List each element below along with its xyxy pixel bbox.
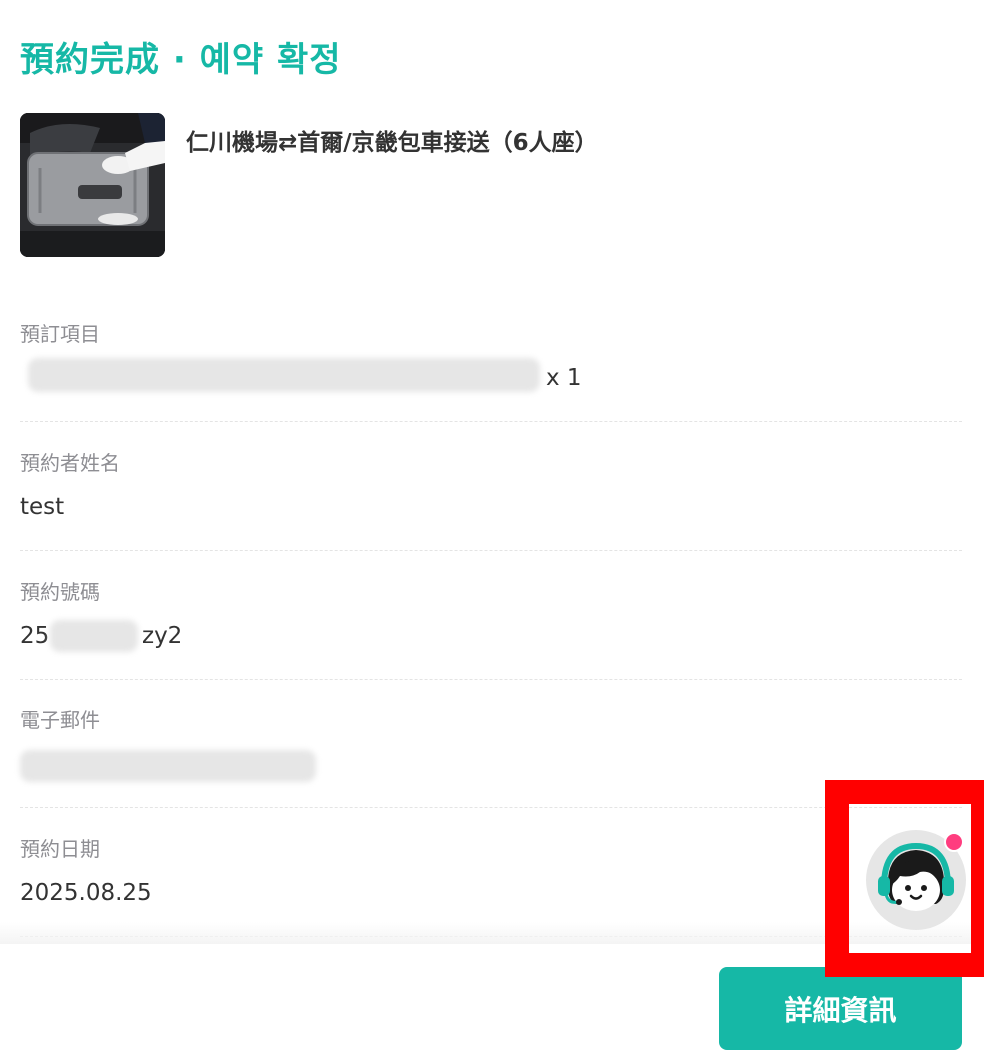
booking-date-value: 2025.08.25 xyxy=(20,880,152,906)
booking-number-prefix: 25 xyxy=(20,623,50,649)
notification-dot xyxy=(944,832,964,852)
booker-name-label: 預約者姓名 xyxy=(20,451,120,475)
email-label: 電子郵件 xyxy=(20,708,100,732)
booking-number-suffix: zy2 xyxy=(142,623,183,649)
booker-name-field: 預約者姓名 test xyxy=(20,447,962,551)
product-image xyxy=(20,113,165,257)
booking-item-quantity: x 1 xyxy=(546,365,582,391)
email-field: 電子郵件 xyxy=(20,704,962,808)
booking-item-field: 預訂項目 x 1 xyxy=(20,318,962,422)
product-card[interactable]: 仁川機場⇄首爾/京畿包車接送（6人座） xyxy=(20,113,960,257)
booking-date-label: 預約日期 xyxy=(20,837,100,861)
product-name: 仁川機場⇄首爾/京畿包車接送（6人座） xyxy=(186,130,598,156)
booking-item-label: 預訂項目 xyxy=(20,322,100,346)
booking-number-field: 預約號碼 25 zy2 xyxy=(20,576,962,680)
page-title: 預約完成 · 예약 확정 xyxy=(20,40,342,80)
detail-info-button[interactable]: 詳細資訊 xyxy=(719,967,962,1050)
booking-number-redacted xyxy=(50,620,138,652)
booking-number-label: 預約號碼 xyxy=(20,580,100,604)
email-value-redacted xyxy=(20,750,316,782)
booker-name-value: test xyxy=(20,494,65,520)
